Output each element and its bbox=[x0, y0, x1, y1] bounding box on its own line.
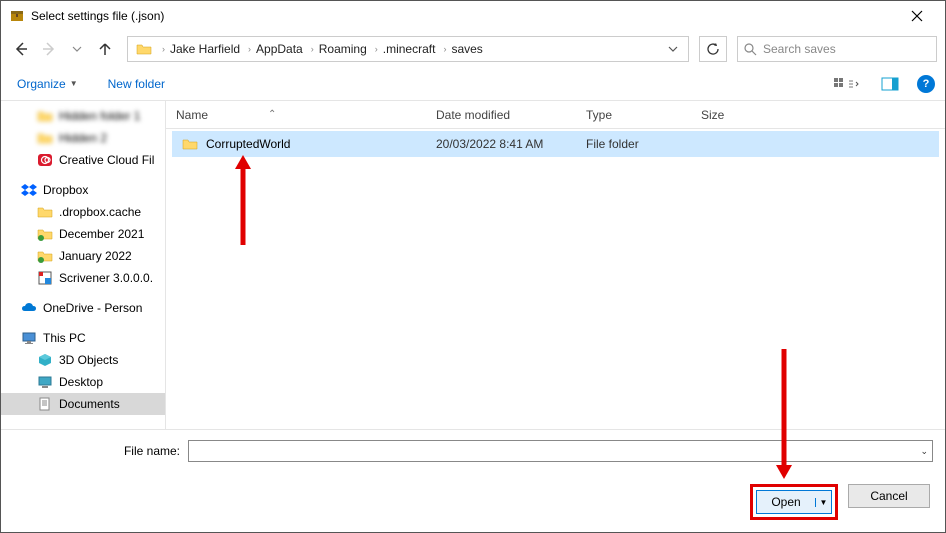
app-icon bbox=[9, 8, 25, 24]
breadcrumb-item[interactable]: AppData bbox=[254, 42, 305, 56]
chevron-right-icon[interactable]: › bbox=[369, 44, 381, 54]
recent-dropdown[interactable] bbox=[65, 37, 89, 61]
help-button[interactable]: ? bbox=[917, 75, 935, 93]
sidebar-item[interactable]: January 2022 bbox=[1, 245, 165, 267]
cc-icon bbox=[37, 152, 53, 168]
breadcrumb-item[interactable]: .minecraft bbox=[381, 42, 438, 56]
column-headers[interactable]: Name ⌃ Date modified Type Size bbox=[166, 101, 945, 129]
cancel-button[interactable]: Cancel bbox=[848, 484, 930, 508]
organize-button[interactable]: Organize ▼ bbox=[11, 73, 84, 95]
folder-g-icon bbox=[37, 226, 53, 242]
folder-g-icon bbox=[37, 248, 53, 264]
search-icon bbox=[744, 43, 757, 56]
sidebar-item[interactable]: December 2021 bbox=[1, 223, 165, 245]
search-input[interactable]: Search saves bbox=[737, 36, 937, 62]
folder-icon bbox=[37, 204, 53, 220]
file-type: File folder bbox=[576, 137, 691, 151]
sidebar-item[interactable]: Hidden 2 bbox=[1, 127, 165, 149]
close-button[interactable] bbox=[897, 1, 937, 31]
sidebar-item[interactable]: Dropbox bbox=[1, 179, 165, 201]
forward-button[interactable] bbox=[37, 37, 61, 61]
view-options-button[interactable] bbox=[829, 73, 863, 95]
folder-icon bbox=[136, 41, 152, 57]
open-button[interactable]: Open ▼ bbox=[756, 490, 832, 514]
sort-indicator-icon: ⌃ bbox=[268, 109, 276, 120]
filename-input[interactable]: ⌄ bbox=[188, 440, 933, 462]
3d-icon bbox=[37, 352, 53, 368]
column-name[interactable]: Name bbox=[176, 108, 208, 122]
column-size[interactable]: Size bbox=[691, 108, 771, 122]
refresh-button[interactable] bbox=[699, 36, 727, 62]
sidebar-item[interactable]: This PC bbox=[1, 327, 165, 349]
open-dropdown[interactable]: ▼ bbox=[815, 498, 831, 507]
breadcrumb-item[interactable]: Roaming bbox=[317, 42, 369, 56]
folder-icon bbox=[37, 108, 53, 124]
sidebar-item-label: Desktop bbox=[59, 375, 103, 389]
sidebar-item[interactable]: Scrivener 3.0.0.0. bbox=[1, 267, 165, 289]
sidebar-item-label: January 2022 bbox=[59, 249, 132, 263]
chevron-down-icon: ▼ bbox=[70, 79, 78, 88]
dropbox-icon bbox=[21, 182, 37, 198]
sidebar-item-label: 3D Objects bbox=[59, 353, 118, 367]
annotation-highlight: Open ▼ bbox=[750, 484, 838, 520]
sidebar-item-label: December 2021 bbox=[59, 227, 144, 241]
search-placeholder: Search saves bbox=[763, 42, 836, 56]
chevron-down-icon[interactable]: ⌄ bbox=[920, 446, 928, 457]
sidebar-item-label: Documents bbox=[59, 397, 120, 411]
sidebar-item-label: .dropbox.cache bbox=[59, 205, 141, 219]
file-name: CorruptedWorld bbox=[206, 137, 290, 151]
sidebar-item[interactable]: OneDrive - Person bbox=[1, 297, 165, 319]
chevron-right-icon[interactable]: › bbox=[242, 44, 254, 54]
window-title: Select settings file (.json) bbox=[31, 9, 897, 23]
up-button[interactable] bbox=[93, 37, 117, 61]
sidebar-item[interactable]: Hidden folder 1 bbox=[1, 105, 165, 127]
file-date: 20/03/2022 8:41 AM bbox=[426, 137, 576, 151]
file-row[interactable]: CorruptedWorld 20/03/2022 8:41 AMFile fol… bbox=[172, 131, 939, 157]
new-folder-button[interactable]: New folder bbox=[102, 73, 171, 95]
back-button[interactable] bbox=[9, 37, 33, 61]
preview-pane-button[interactable] bbox=[873, 73, 907, 95]
sidebar-item[interactable]: Creative Cloud Fil bbox=[1, 149, 165, 171]
breadcrumb[interactable]: › Jake Harfield › AppData › Roaming › .m… bbox=[127, 36, 689, 62]
sidebar-item-label: This PC bbox=[43, 331, 86, 345]
sidebar-item-label: Dropbox bbox=[43, 183, 88, 197]
thispc-icon bbox=[21, 330, 37, 346]
sidebar-item-label: Creative Cloud Fil bbox=[59, 153, 154, 167]
docs-icon bbox=[37, 396, 53, 412]
sidebar-item[interactable]: Documents bbox=[1, 393, 165, 415]
scriv-icon bbox=[37, 270, 53, 286]
column-date[interactable]: Date modified bbox=[426, 108, 576, 122]
chevron-right-icon[interactable]: › bbox=[437, 44, 449, 54]
sidebar-item[interactable]: Desktop bbox=[1, 371, 165, 393]
sidebar-item-label: Scrivener 3.0.0.0. bbox=[59, 271, 153, 285]
breadcrumb-item[interactable]: Jake Harfield bbox=[168, 42, 242, 56]
filename-label: File name: bbox=[13, 444, 188, 458]
folder-icon bbox=[37, 130, 53, 146]
sidebar-item[interactable]: .dropbox.cache bbox=[1, 201, 165, 223]
folder-icon bbox=[182, 136, 198, 152]
onedrive-icon bbox=[21, 300, 37, 316]
chevron-right-icon[interactable]: › bbox=[305, 44, 317, 54]
sidebar-item[interactable]: 3D Objects bbox=[1, 349, 165, 371]
sidebar-item-label: OneDrive - Person bbox=[43, 301, 142, 315]
sidebar-tree[interactable]: Hidden folder 1Hidden 2 Creative Cloud Fi… bbox=[1, 101, 166, 429]
breadcrumb-item[interactable]: saves bbox=[449, 42, 484, 56]
desktop-icon bbox=[37, 374, 53, 390]
chevron-right-icon[interactable]: › bbox=[156, 44, 168, 54]
column-type[interactable]: Type bbox=[576, 108, 691, 122]
breadcrumb-expand[interactable] bbox=[662, 44, 684, 54]
